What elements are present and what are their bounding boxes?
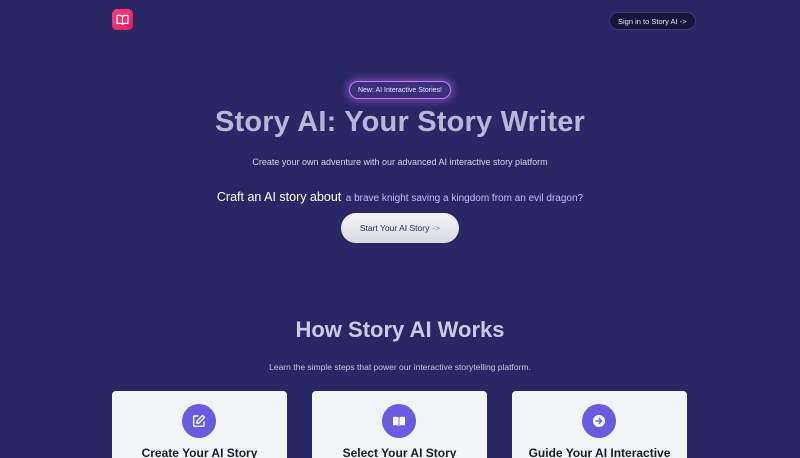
start-story-arrow: -> [432,223,441,233]
new-feature-badge[interactable]: New: AI Interactive Stories! [349,81,451,99]
how-it-works-title: How Story AI Works [295,317,505,342]
arrow-circle-icon [593,415,605,427]
start-story-button[interactable]: Start Your AI Story -> [341,213,459,243]
book-icon [393,416,405,426]
start-story-label: Start Your AI Story [359,223,430,233]
step-card-guide[interactable]: Guide Your AI Interactive [512,391,687,458]
step-icon-circle [582,404,616,438]
how-it-works-subtitle: Learn the simple steps that power our in… [269,362,531,372]
step-card-select[interactable]: Select Your AI Story [312,391,487,458]
step-card-title: Select Your AI Story [342,446,457,458]
sign-in-button[interactable]: Sign in to Story AI -> [609,12,696,30]
craft-lead-text: Craft an AI story about [216,190,342,204]
step-icon-circle [182,404,216,438]
step-card-title: Create Your AI Story [141,446,258,458]
open-book-icon [116,14,129,25]
hero-title: Story AI: Your Story Writer [214,106,586,138]
edit-icon [193,414,206,427]
craft-prompt: Craft an AI story about a brave knight s… [0,188,800,206]
logo[interactable] [112,9,133,30]
step-card-create[interactable]: Create Your AI Story [112,391,287,458]
step-icon-circle [382,404,416,438]
step-card-title: Guide Your AI Interactive [528,446,671,458]
hero-subtitle: Create your own adventure with our advan… [252,157,548,167]
craft-example-text: a brave knight saving a kingdom from an … [345,193,584,204]
